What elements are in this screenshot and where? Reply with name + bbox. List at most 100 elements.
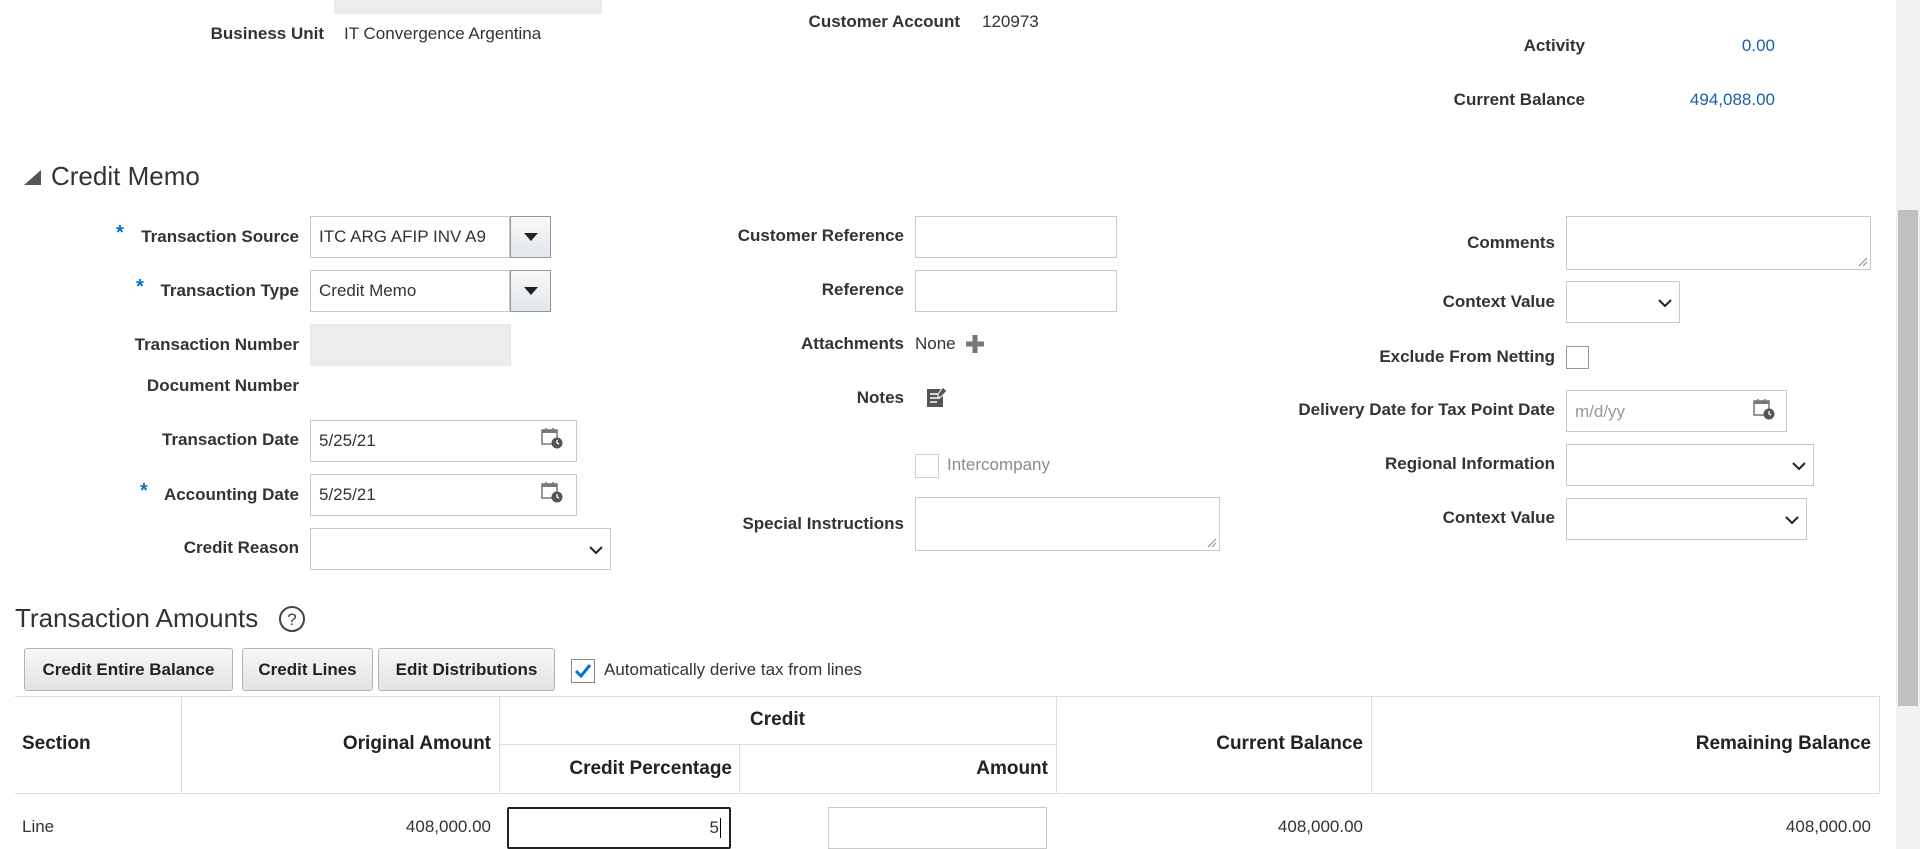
column-divider	[1056, 696, 1057, 793]
vertical-scrollbar-thumb[interactable]	[1898, 210, 1918, 706]
credit-memo-collapse-toggle[interactable]	[24, 170, 41, 185]
special-instructions-label: Special Instructions	[742, 514, 904, 533]
attachments-label: Attachments	[801, 334, 904, 353]
column-header-remaining-balance: Remaining Balance	[1695, 733, 1871, 754]
customer-reference-label: Customer Reference	[737, 226, 904, 245]
column-header-original-amount: Original Amount	[342, 733, 491, 754]
calendar-icon[interactable]	[1753, 398, 1775, 420]
notes-label: Notes	[856, 388, 904, 407]
credit-group-divider	[499, 744, 1056, 745]
credit-reason-label: Credit Reason	[183, 538, 299, 557]
transaction-source-dropdown-button[interactable]	[510, 216, 551, 258]
credit-percentage-value: 5	[709, 818, 719, 837]
header-bottom-border	[15, 793, 1880, 794]
transaction-date-input[interactable]: 5/25/21	[310, 420, 577, 462]
intercompany-checkbox[interactable]	[915, 454, 939, 478]
column-divider	[1879, 696, 1880, 793]
delivery-date-placeholder: m/d/yy	[1575, 402, 1626, 421]
top-readonly-field	[334, 0, 602, 14]
reference-label: Reference	[821, 280, 904, 299]
credit-reason-select[interactable]	[310, 528, 611, 570]
delivery-date-tax-point-label: Delivery Date for Tax Point Date	[1298, 400, 1555, 419]
transaction-source-input[interactable]: ITC ARG AFIP INV A9	[310, 216, 510, 258]
add-attachment-icon[interactable]	[965, 334, 985, 354]
document-number-label: Document Number	[146, 376, 299, 395]
credit-lines-button[interactable]: Credit Lines	[242, 648, 373, 691]
context-value-select-2[interactable]	[1566, 498, 1807, 540]
transaction-number-field	[310, 324, 511, 366]
table-top-border	[15, 696, 1880, 697]
context-value-label-2: Context Value	[1442, 508, 1555, 527]
accounting-date-label: Accounting Date	[163, 485, 299, 504]
accounting-date-value: 5/25/21	[319, 485, 376, 504]
transaction-number-label: Transaction Number	[134, 335, 299, 354]
credit-percentage-input[interactable]: 5	[507, 807, 731, 849]
exclude-from-netting-checkbox[interactable]	[1566, 346, 1589, 369]
checkmark-icon	[574, 664, 592, 679]
regional-information-select[interactable]	[1566, 444, 1814, 486]
auto-derive-tax-checkbox[interactable]	[571, 659, 595, 683]
intercompany-label: Intercompany	[947, 455, 1050, 474]
calendar-icon[interactable]	[541, 427, 563, 449]
business-unit-value: IT Convergence Argentina	[344, 24, 542, 43]
activity-value-link[interactable]: 0.00	[1600, 36, 1775, 56]
svg-text:?: ?	[287, 610, 296, 629]
resize-handle-icon[interactable]	[1207, 538, 1217, 548]
credit-entire-balance-button[interactable]: Credit Entire Balance	[24, 648, 233, 691]
column-divider	[181, 696, 182, 793]
transaction-date-label: Transaction Date	[162, 430, 299, 449]
text-cursor	[720, 818, 721, 838]
row-section: Line	[22, 817, 55, 836]
chevron-down-icon	[1785, 516, 1799, 525]
column-divider	[1371, 696, 1372, 793]
auto-derive-tax-label: Automatically derive tax from lines	[604, 660, 862, 679]
resize-handle-icon[interactable]	[1858, 257, 1868, 267]
customer-account-value: 120973	[982, 12, 1039, 31]
row-original-amount: 408,000.00	[405, 817, 491, 836]
transaction-type-value: Credit Memo	[319, 281, 417, 300]
transaction-type-label: Transaction Type	[160, 281, 299, 300]
edit-distributions-button[interactable]: Edit Distributions	[378, 648, 555, 691]
credit-memo-section-title: Credit Memo	[51, 161, 200, 191]
transaction-source-value: ITC ARG AFIP INV A9	[319, 227, 486, 246]
customer-reference-input[interactable]	[915, 216, 1117, 258]
column-header-section: Section	[22, 733, 91, 754]
transaction-source-label: Transaction Source	[141, 227, 299, 246]
triangle-down-icon	[523, 233, 538, 241]
business-unit-label: Business Unit	[210, 24, 324, 43]
row-remaining-balance: 408,000.00	[1785, 817, 1871, 836]
chevron-down-icon	[1792, 462, 1806, 471]
chevron-down-icon	[589, 546, 603, 555]
credit-amount-input[interactable]	[828, 807, 1047, 849]
current-balance-label: Current Balance	[1453, 90, 1585, 109]
calendar-icon[interactable]	[541, 481, 563, 503]
comments-textarea[interactable]	[1566, 216, 1871, 270]
transaction-type-dropdown-button[interactable]	[510, 270, 551, 312]
chevron-down-icon	[1658, 299, 1672, 308]
reference-input[interactable]	[915, 270, 1117, 312]
context-value-select[interactable]	[1566, 281, 1680, 323]
customer-account-label: Customer Account	[808, 12, 960, 31]
exclude-from-netting-label: Exclude From Netting	[1379, 347, 1555, 366]
transaction-date-value: 5/25/21	[319, 431, 376, 450]
transaction-amounts-title: Transaction Amounts	[15, 603, 259, 633]
current-balance-value-link[interactable]: 494,088.00	[1600, 90, 1775, 110]
transaction-type-input[interactable]: Credit Memo	[310, 270, 510, 312]
column-divider	[739, 744, 740, 793]
column-header-credit-percentage: Credit Percentage	[569, 758, 732, 779]
activity-label: Activity	[1523, 36, 1585, 55]
delivery-date-input[interactable]: m/d/yy	[1566, 390, 1787, 432]
accounting-date-input[interactable]: 5/25/21	[310, 474, 577, 516]
column-header-credit: Credit	[750, 709, 805, 730]
column-header-current-balance: Current Balance	[1216, 733, 1363, 754]
attachments-value: None	[915, 334, 956, 353]
triangle-down-icon	[523, 287, 538, 295]
notes-icon[interactable]	[925, 386, 949, 410]
help-icon[interactable]: ?	[278, 605, 306, 633]
special-instructions-textarea[interactable]	[915, 497, 1220, 551]
regional-information-label: Regional Information	[1385, 454, 1555, 473]
column-header-amount: Amount	[976, 758, 1048, 779]
comments-label: Comments	[1467, 233, 1555, 252]
context-value-label: Context Value	[1442, 292, 1555, 311]
row-current-balance: 408,000.00	[1277, 817, 1363, 836]
